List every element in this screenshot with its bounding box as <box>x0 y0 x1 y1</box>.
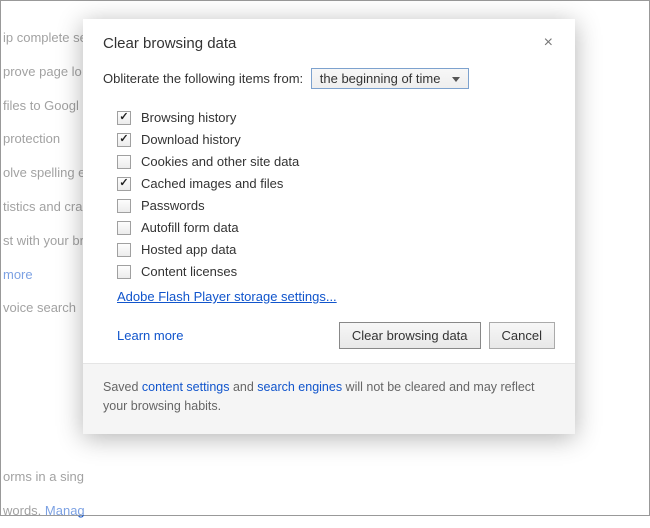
option-label: Download history <box>141 132 241 147</box>
option-row: Browsing history <box>117 110 555 125</box>
option-row: Content licenses <box>117 264 555 279</box>
option-checkbox[interactable] <box>117 111 131 125</box>
learn-more-link[interactable]: Learn more <box>117 328 183 343</box>
time-range-row: Obliterate the following items from: the… <box>103 68 555 89</box>
option-label: Autofill form data <box>141 220 239 235</box>
option-label: Hosted app data <box>141 242 236 257</box>
flash-settings-link[interactable]: Adobe Flash Player storage settings... <box>117 289 337 304</box>
dialog-actions: Learn more Clear browsing data Cancel <box>103 322 555 349</box>
option-checkbox[interactable] <box>117 243 131 257</box>
time-range-value: the beginning of time <box>320 71 441 86</box>
dialog-body: Obliterate the following items from: the… <box>83 60 575 363</box>
option-label: Passwords <box>141 198 205 213</box>
cancel-button[interactable]: Cancel <box>489 322 555 349</box>
option-row: Hosted app data <box>117 242 555 257</box>
dialog-header: Clear browsing data × <box>83 19 575 60</box>
chevron-down-icon <box>452 77 460 82</box>
option-row: Download history <box>117 132 555 147</box>
dialog-title: Clear browsing data <box>103 35 236 52</box>
option-row: Passwords <box>117 198 555 213</box>
clear-browsing-data-dialog: Clear browsing data × Obliterate the fol… <box>83 19 575 434</box>
option-checkbox[interactable] <box>117 155 131 169</box>
content-settings-link[interactable]: content settings <box>142 380 230 394</box>
option-label: Browsing history <box>141 110 236 125</box>
option-row: Cookies and other site data <box>117 154 555 169</box>
option-checkbox[interactable] <box>117 177 131 191</box>
option-row: Cached images and files <box>117 176 555 191</box>
option-label: Content licenses <box>141 264 237 279</box>
option-label: Cached images and files <box>141 176 283 191</box>
clear-browsing-data-button[interactable]: Clear browsing data <box>339 322 481 349</box>
time-range-select[interactable]: the beginning of time <box>311 68 469 89</box>
option-checkbox[interactable] <box>117 133 131 147</box>
close-icon[interactable]: × <box>542 35 555 51</box>
search-engines-link[interactable]: search engines <box>257 380 342 394</box>
dialog-footer: Saved content settings and search engine… <box>83 363 575 434</box>
footer-text: and <box>229 380 257 394</box>
option-checkbox[interactable] <box>117 265 131 279</box>
option-checkbox[interactable] <box>117 199 131 213</box>
option-checkbox[interactable] <box>117 221 131 235</box>
option-row: Autofill form data <box>117 220 555 235</box>
options-list: Browsing history Download history Cookies … <box>103 99 555 279</box>
footer-text: Saved <box>103 380 142 394</box>
time-range-label: Obliterate the following items from: <box>103 71 303 86</box>
option-label: Cookies and other site data <box>141 154 299 169</box>
